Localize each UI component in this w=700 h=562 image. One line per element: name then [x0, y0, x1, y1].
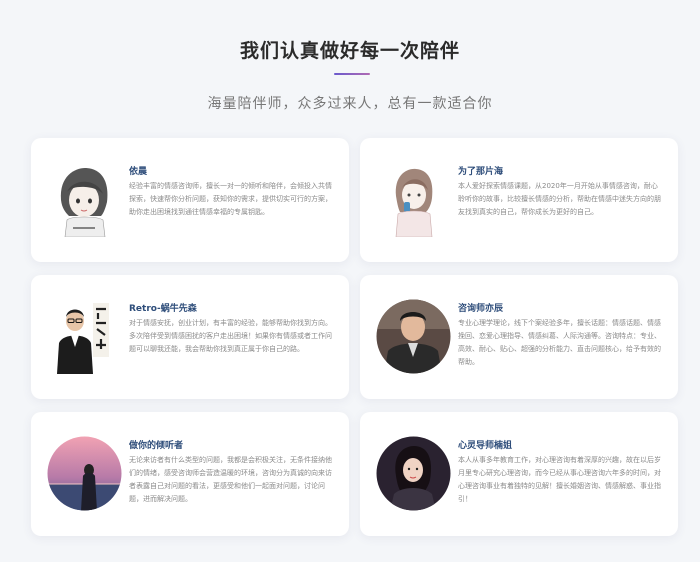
counselor-desc: 对于情感安抚，创业计划，有丰富的经验，能够帮助你找到方向。多次陪伴受到情感困扰的… — [129, 319, 332, 353]
page-title: 我们认真做好每一次陪伴 — [239, 40, 460, 62]
counselor-card-weilenapianhai[interactable]: 为了那片海 本人爱好探索情感课题，从2020年一月开始从事情感咨询，耐心聆听你的… — [360, 138, 678, 262]
avatar-man-calligraphy-icon — [47, 299, 122, 374]
title-divider — [334, 73, 370, 75]
avatar-sketch-girl-icon — [47, 162, 122, 237]
counselor-card-listener[interactable]: 做你的倾听者 无论来访者有什么类型的问题，我都是会积极关注，无条件接纳他们的情绪… — [31, 412, 349, 536]
counselor-desc: 经验丰富的情感咨询师，擅长一对一的倾听和陪伴，会倾投入共情探索，快速帮你分析问题… — [129, 182, 332, 216]
counselor-desc: 本人爱好探索情感课题，从2020年一月开始从事情感咨询，耐心聆听你的故事，比较擅… — [458, 182, 661, 216]
counselor-card-retro[interactable]: Retro-蜗牛先森 对于情感安抚，创业计划，有丰富的经验，能够帮助你找到方向。… — [31, 275, 349, 399]
counselor-name[interactable]: 做你的倾听者 — [129, 438, 183, 451]
counselor-card-yichen[interactable]: 依晨 经验丰富的情感咨询师，擅长一对一的倾听和陪伴，会倾投入共情探索，快速帮你分… — [31, 138, 349, 262]
counselor-name[interactable]: Retro-蜗牛先森 — [129, 301, 197, 314]
counselor-card-nanjie[interactable]: 心灵导师楠姐 本人从事多年教育工作，对心理咨询有着深厚的兴趣，故在以后岁月里专心… — [360, 412, 678, 536]
counselor-desc: 无论来访者有什么类型的问题，我都是会积极关注，无条件接纳他们的情绪，感受咨询师会… — [129, 456, 332, 503]
avatar-woman-photo-icon — [376, 436, 451, 511]
counselor-name[interactable]: 为了那片海 — [458, 164, 503, 177]
avatar-sketch-girl-phone-icon — [376, 162, 451, 237]
counselor-name[interactable]: 咨询师亦辰 — [458, 301, 503, 314]
counselor-desc: 专业心理学理论，线下个案经验多年，擅长话题：情感话题、情感挽回、恋爱心理指导、情… — [458, 319, 661, 366]
counselor-card-yichen-zixunshi[interactable]: 咨询师亦辰 专业心理学理论，线下个案经验多年，擅长话题：情感话题、情感挽回、恋爱… — [360, 275, 678, 399]
counselor-desc: 本人从事多年教育工作，对心理咨询有着深厚的兴趣，故在以后岁月里专心研究心理咨询，… — [458, 456, 661, 503]
page: 我们认真做好每一次陪伴 海量陪伴师，众多过来人，总有一款适合你 依晨 经验丰富的… — [0, 0, 700, 562]
counselor-name[interactable]: 依晨 — [129, 164, 147, 177]
page-subtitle: 海量陪伴师，众多过来人，总有一款适合你 — [207, 96, 493, 112]
avatar-man-photo-icon — [376, 299, 451, 374]
avatar-sunset-silhouette-icon — [47, 436, 122, 511]
counselor-name[interactable]: 心灵导师楠姐 — [458, 438, 512, 451]
